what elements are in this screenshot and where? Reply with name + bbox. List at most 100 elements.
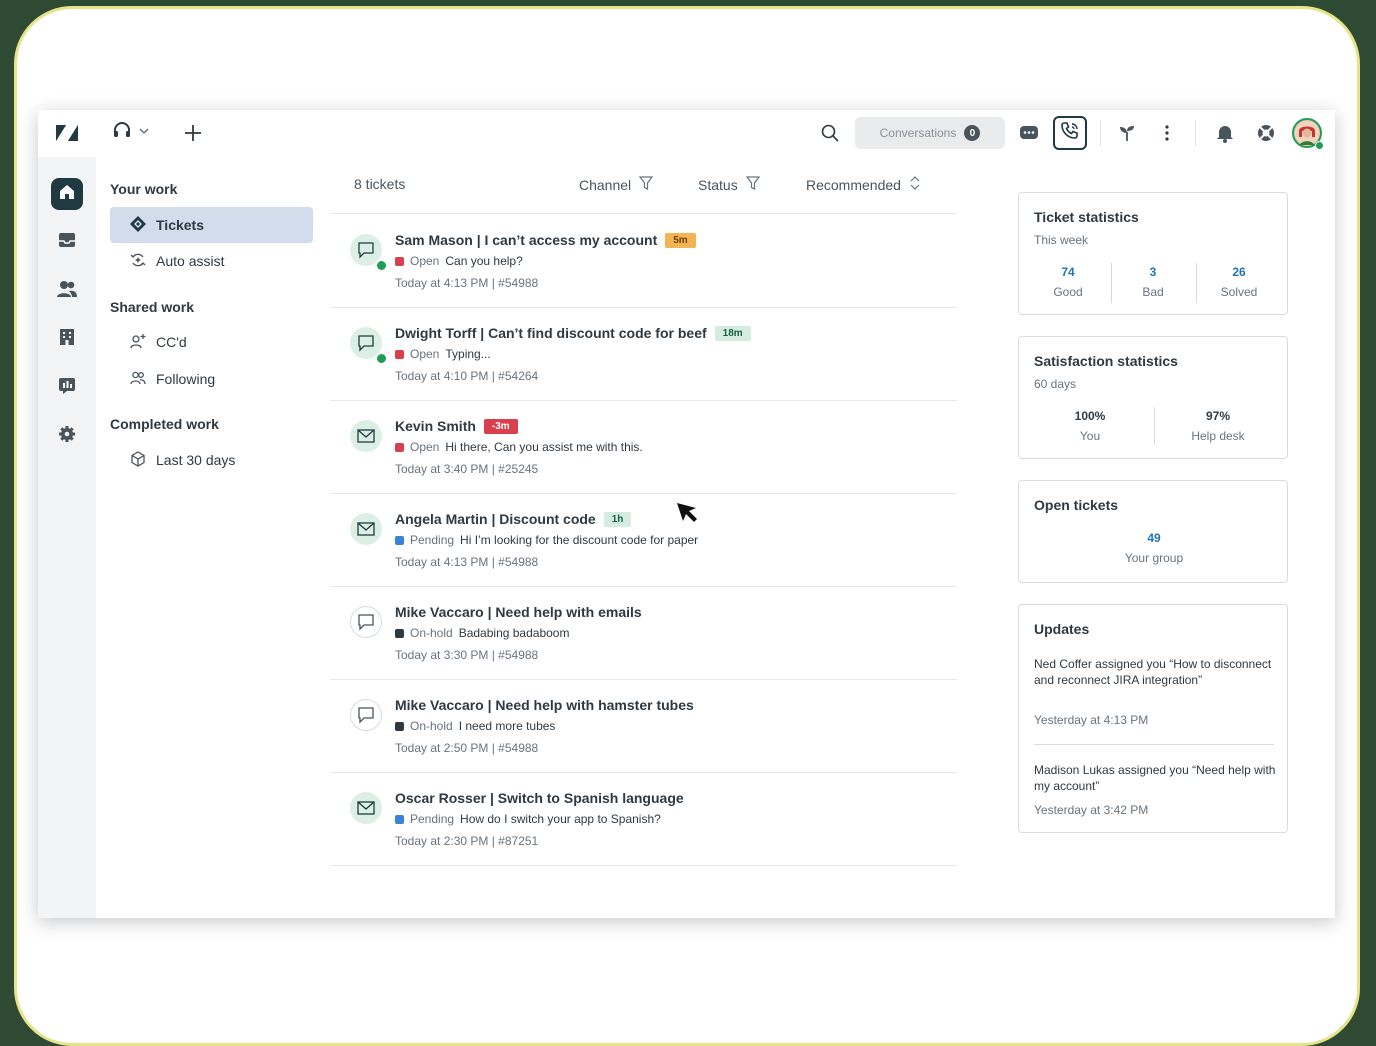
divider <box>1154 407 1155 445</box>
status-label: On-hold <box>410 719 453 733</box>
your-group-stat[interactable]: 49 Your group <box>1112 531 1196 565</box>
ticket-meta: Today at 2:30 PM | #87251 <box>395 834 539 848</box>
headset-dropdown[interactable] <box>106 121 156 144</box>
stat-value: 49 <box>1147 531 1161 545</box>
bell-icon[interactable] <box>1214 122 1236 144</box>
user-avatar[interactable] <box>1292 118 1324 150</box>
card-title: Updates <box>1034 621 1090 637</box>
ticket-status-row: Open Can you help? <box>395 254 523 268</box>
ticket-status-row: On-hold Badabing badaboom <box>395 626 569 640</box>
add-icon[interactable] <box>182 122 204 144</box>
stat-label: You <box>1079 429 1101 443</box>
customers-nav-button[interactable] <box>51 275 83 307</box>
your-work-heading: Your work <box>110 181 178 197</box>
status-square <box>395 349 404 359</box>
ticket-message: I need more tubes <box>458 719 556 733</box>
status-square <box>395 721 404 731</box>
nav-item-following[interactable]: Following <box>110 361 313 397</box>
card-title: Ticket statistics <box>1034 209 1139 225</box>
filter-icon <box>745 176 760 193</box>
home-icon <box>58 183 76 206</box>
status-label: On-hold <box>410 626 453 640</box>
gear-icon <box>58 425 76 448</box>
auto-assist-icon <box>130 252 146 271</box>
nav-item-tickets[interactable]: Tickets <box>110 207 313 243</box>
phone-button[interactable] <box>1053 116 1087 150</box>
status-square <box>395 442 404 452</box>
envelope-icon <box>350 420 382 452</box>
sort-dropdown[interactable]: Recommended <box>806 176 921 193</box>
ticket-row[interactable]: Angela Martin | Discount code 1h Pending H… <box>330 493 957 587</box>
more-vertical-icon[interactable] <box>1156 122 1178 144</box>
bad-stat[interactable]: 3 Bad <box>1111 265 1195 299</box>
you-stat: 100% You <box>1048 409 1132 443</box>
top-bar: Conversations 0 <box>38 110 1335 158</box>
status-square <box>395 814 404 824</box>
ticket-row[interactable]: Sam Mason | I can’t access my account 5m … <box>330 214 957 308</box>
zendesk-logo-icon[interactable] <box>54 122 80 144</box>
stat-label: Solved <box>1220 285 1258 299</box>
ticket-status-row: Open Hi there, Can you assist me with thi… <box>395 440 643 454</box>
conversations-button[interactable]: Conversations 0 <box>855 117 1005 149</box>
views-nav-button[interactable] <box>51 226 83 258</box>
ticket-title: Dwight Torff | Can’t find discount code … <box>395 325 707 341</box>
ticket-message: Badabing badaboom <box>458 626 570 640</box>
filter-icon <box>638 176 654 193</box>
ticket-row[interactable]: Oscar Rosser | Switch to Spanish languag… <box>330 772 957 866</box>
status-label: Pending <box>410 533 455 547</box>
ticket-title-row: Mike Vaccaro | Need help with hamster tu… <box>395 697 694 713</box>
online-status-dot <box>375 259 388 272</box>
ticket-row[interactable]: Dwight Torff | Can’t find discount code … <box>330 307 957 401</box>
admin-nav-button[interactable] <box>51 420 83 452</box>
sprout-icon[interactable] <box>1116 122 1138 144</box>
stat-value: 26 <box>1232 265 1246 279</box>
card-subtitle: This week <box>1034 233 1089 247</box>
ticket-list-header: 8 tickets Channel Status Recommended <box>330 157 957 214</box>
chevron-down-icon <box>138 124 150 142</box>
update-text[interactable]: Ned Coffer assigned you “How to disconne… <box>1034 656 1279 688</box>
sla-badge: 5m <box>665 232 696 248</box>
nav-item-last-30-days[interactable]: Last 30 days <box>110 442 313 478</box>
chat-bubble-icon <box>350 606 382 638</box>
status-square <box>395 535 404 545</box>
ticket-meta: Today at 3:40 PM | #25245 <box>395 462 539 476</box>
ticket-row[interactable]: Mike Vaccaro | Need help with hamster tu… <box>330 679 957 773</box>
sla-badge: 18m <box>714 325 751 341</box>
update-text[interactable]: Madison Lukas assigned you “Need help wi… <box>1034 762 1279 794</box>
stat-label: Help desk <box>1191 429 1245 443</box>
ticket-row[interactable]: Mike Vaccaro | Need help with emails On-… <box>330 586 957 680</box>
help-lifebuoy-icon[interactable] <box>1255 122 1277 144</box>
envelope-icon <box>350 513 382 545</box>
reporting-nav-button[interactable] <box>51 372 83 404</box>
status-label: Open <box>410 440 440 454</box>
ticket-title: Kevin Smith <box>395 418 476 434</box>
ticket-meta: Today at 4:13 PM | #54988 <box>395 555 539 569</box>
home-nav-button[interactable] <box>51 178 83 210</box>
sort-icon <box>909 176 921 193</box>
status-square <box>395 256 404 266</box>
shared-work-heading: Shared work <box>110 299 195 315</box>
sla-badge: -3m <box>483 418 518 434</box>
ticket-status-row: Pending Hi I’m looking for the discount c… <box>395 533 698 547</box>
ticket-row[interactable]: Kevin Smith -3m Open Hi there, Can you ass… <box>330 400 957 494</box>
nav-item-ccd[interactable]: CC'd <box>110 324 313 360</box>
status-filter[interactable]: Status <box>698 176 760 193</box>
good-stat[interactable]: 74 Good <box>1026 265 1110 299</box>
inbox-icon <box>58 232 76 253</box>
nav-item-label: Tickets <box>156 217 204 233</box>
ticket-meta: Today at 4:10 PM | #54264 <box>395 369 539 383</box>
sort-label: Recommended <box>806 176 901 193</box>
organizations-nav-button[interactable] <box>51 323 83 355</box>
cube-icon <box>130 450 146 470</box>
nav-item-auto-assist[interactable]: Auto assist <box>110 243 313 279</box>
status-square <box>395 628 404 638</box>
chat-icon[interactable] <box>1018 122 1040 144</box>
ticket-meta: Today at 2:50 PM | #54988 <box>395 741 539 755</box>
status-label: Pending <box>410 812 455 826</box>
solved-stat[interactable]: 26 Solved <box>1197 265 1281 299</box>
mouse-cursor-icon <box>676 502 698 529</box>
chart-icon <box>58 377 76 400</box>
help-desk-stat: 97% Help desk <box>1176 409 1260 443</box>
channel-filter[interactable]: Channel <box>579 176 654 193</box>
search-icon[interactable] <box>819 122 841 144</box>
